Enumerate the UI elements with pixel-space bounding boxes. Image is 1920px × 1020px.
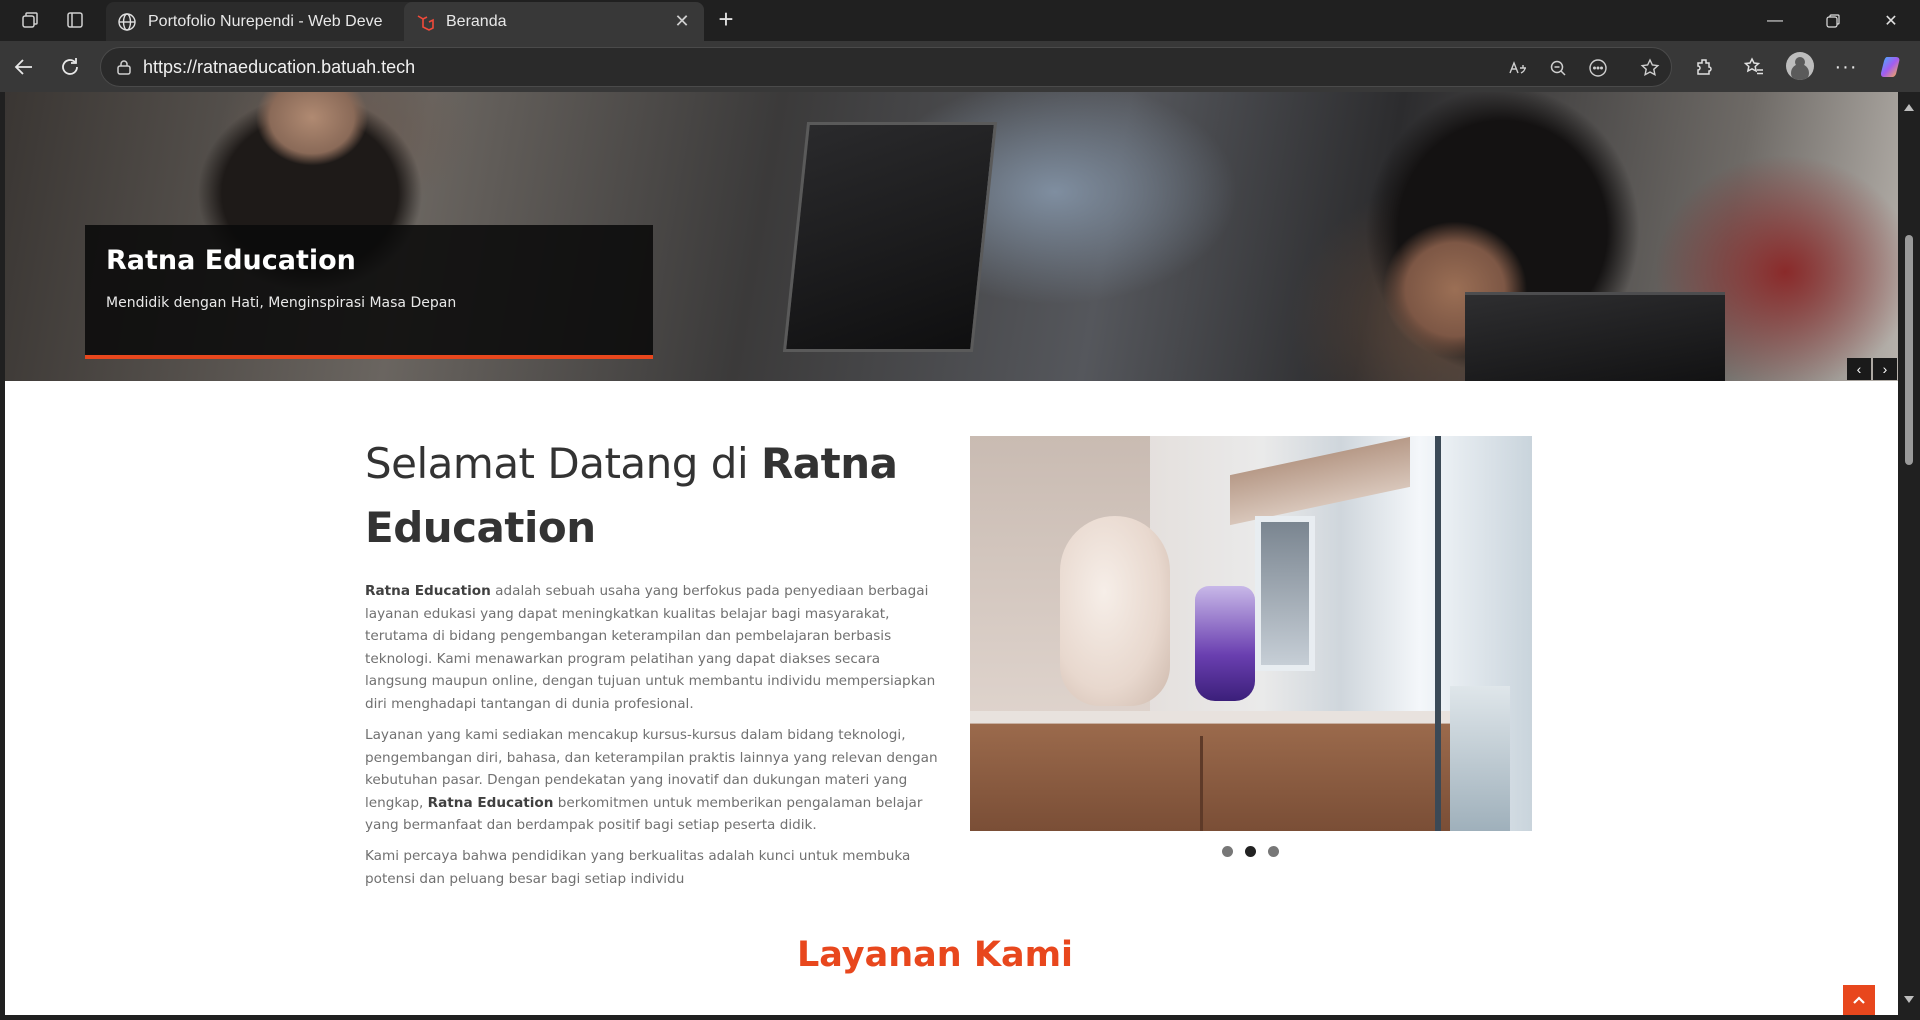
tab-title: Beranda	[446, 12, 507, 30]
extensions-icon[interactable]	[1688, 51, 1720, 83]
welcome-carousel-image	[970, 436, 1532, 831]
more-actions-icon[interactable]	[1585, 55, 1611, 81]
hero-title: Ratna Education	[106, 245, 356, 276]
services-title: Layanan Kami	[796, 935, 1074, 975]
carousel-dot[interactable]	[1222, 846, 1233, 857]
copilot-icon[interactable]	[1876, 51, 1908, 83]
photo-shelf	[1230, 436, 1410, 526]
hero-photo-laptop-right	[1465, 292, 1725, 381]
zoom-out-icon[interactable]	[1545, 55, 1571, 81]
settings-menu-icon[interactable]: ···	[1830, 51, 1862, 83]
vertical-tabs-icon[interactable]	[61, 6, 89, 34]
paragraph-text: adalah sebuah usaha yang berfokus pada p…	[365, 583, 936, 712]
tab-portfolio[interactable]: Portofolio Nurependi - Web Deve ✕	[106, 2, 438, 41]
lock-icon[interactable]	[115, 58, 133, 76]
refresh-icon[interactable]	[54, 51, 86, 83]
brand-name: Ratna Education	[427, 794, 554, 811]
page-viewport: Ratna Education Mendidik dengan Hati, Me…	[5, 92, 1898, 1015]
address-bar[interactable]: https://ratnaeducation.batuah.tech	[100, 47, 1672, 87]
hero-photo-face-left	[237, 92, 387, 177]
workspaces-icon[interactable]	[16, 6, 44, 34]
carousel-indicators	[1222, 846, 1279, 857]
photo-glass-sculpture	[1195, 586, 1255, 701]
globe-icon	[116, 11, 138, 33]
scrollbar-thumb[interactable]	[1905, 235, 1913, 465]
profile-avatar[interactable]	[1786, 52, 1814, 80]
page-scrollbar[interactable]	[1898, 92, 1920, 1015]
back-to-top-button[interactable]	[1843, 985, 1875, 1015]
hero-slider: Ratna Education Mendidik dengan Hati, Me…	[5, 92, 1898, 381]
welcome-paragraph-1: Ratna Education adalah sebuah usaha yang…	[365, 580, 939, 715]
browser-window: Portofolio Nurependi - Web Deve ✕ Berand…	[0, 0, 1920, 1020]
tab-beranda[interactable]: Beranda ✕	[404, 2, 704, 41]
photo-monitor	[1255, 516, 1315, 671]
photo-stool	[1450, 686, 1510, 831]
tab-bar: Portofolio Nurependi - Web Deve ✕ Berand…	[0, 0, 1920, 41]
hero-prev-button[interactable]: ‹	[1847, 358, 1871, 380]
favorites-icon[interactable]	[1738, 51, 1770, 83]
restore-button[interactable]	[1804, 0, 1862, 41]
welcome-paragraph-2: Layanan yang kami sediakan mencakup kurs…	[365, 724, 939, 837]
carousel-dot-active[interactable]	[1245, 846, 1256, 857]
url-text[interactable]: https://ratnaeducation.batuah.tech	[143, 57, 415, 78]
welcome-paragraph-3: Kami percaya bahwa pendidikan yang berku…	[365, 848, 911, 887]
hero-subtitle: Mendidik dengan Hati, Menginspirasi Masa…	[106, 295, 457, 311]
scroll-down-arrow[interactable]	[1904, 996, 1914, 1003]
back-icon[interactable]	[8, 51, 40, 83]
photo-cabinet-seam	[1200, 736, 1203, 831]
welcome-title: Selamat Datang di Ratna Education	[365, 432, 925, 560]
laravel-icon	[414, 11, 436, 33]
hero-photo-laptop	[782, 122, 998, 352]
carousel-dot[interactable]	[1268, 846, 1279, 857]
hero-caption: Ratna Education Mendidik dengan Hati, Me…	[85, 225, 653, 359]
close-tab-icon[interactable]: ✕	[670, 10, 694, 34]
close-window-button[interactable]: ✕	[1862, 0, 1920, 41]
brand-name: Ratna Education	[365, 583, 491, 599]
new-tab-button[interactable]: +	[712, 6, 740, 34]
photo-cabinet	[970, 711, 1450, 831]
photo-window-frame	[1435, 436, 1441, 831]
photo-vase	[1060, 516, 1170, 706]
welcome-title-light: Selamat Datang di	[365, 439, 761, 488]
browser-toolbar: https://ratnaeducation.batuah.tech ···	[0, 41, 1920, 92]
favorite-star-icon[interactable]	[1637, 55, 1663, 81]
read-aloud-icon[interactable]	[1505, 55, 1531, 81]
minimize-button[interactable]: —	[1746, 0, 1804, 41]
hero-next-button[interactable]: ›	[1873, 358, 1897, 380]
tab-title: Portofolio Nurependi - Web Deve	[148, 12, 383, 30]
scroll-up-arrow[interactable]	[1904, 104, 1914, 111]
